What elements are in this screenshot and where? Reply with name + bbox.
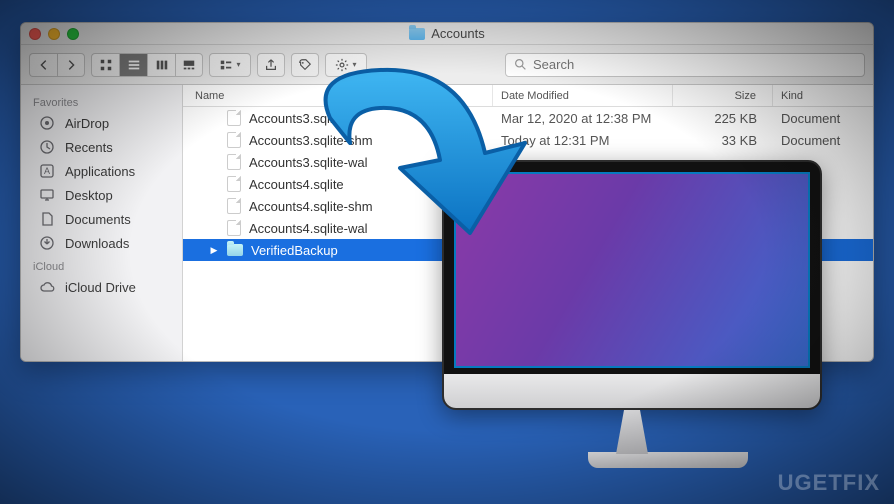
- group-by-group: ▾: [209, 53, 251, 77]
- sidebar-item-airdrop[interactable]: AirDrop: [21, 111, 182, 135]
- chevron-left-icon: [37, 58, 51, 72]
- chevron-down-icon: ▾: [352, 60, 356, 69]
- group-icon: [219, 58, 233, 72]
- file-name: Accounts4.sqlite-wal: [249, 221, 368, 236]
- sidebar-section-icloud: iCloud: [21, 255, 182, 275]
- applications-icon: A: [39, 163, 55, 179]
- column-date-modified[interactable]: Date Modified: [493, 85, 673, 106]
- nav-group: [29, 53, 85, 77]
- sidebar-item-label: Recents: [65, 140, 113, 155]
- titlebar[interactable]: Accounts: [21, 23, 873, 45]
- folder-icon: [409, 28, 425, 40]
- close-button[interactable]: [29, 28, 41, 40]
- tag-icon: [298, 58, 312, 72]
- cell-kind: Document: [773, 107, 873, 129]
- downloads-icon: [39, 235, 55, 251]
- list-icon: [127, 58, 141, 72]
- share-button[interactable]: [257, 53, 285, 77]
- action-button[interactable]: ▾: [325, 53, 367, 77]
- column-kind[interactable]: Kind: [773, 85, 873, 106]
- column-name[interactable]: Name: [183, 85, 493, 106]
- cloud-icon: [39, 279, 55, 295]
- sidebar-item-label: Downloads: [65, 236, 129, 251]
- file-icon: [227, 198, 241, 214]
- search-input[interactable]: [533, 57, 856, 72]
- desktop-icon: [39, 187, 55, 203]
- folder-icon: [227, 244, 243, 256]
- file-name: Accounts3.sqlite-shm: [249, 133, 373, 148]
- cell-date: Today at 12:31 PM: [493, 129, 673, 151]
- sidebar-item-icloud-drive[interactable]: iCloud Drive: [21, 275, 182, 299]
- search-icon: [514, 58, 527, 71]
- sidebar-item-applications[interactable]: A Applications: [21, 159, 182, 183]
- back-button[interactable]: [29, 53, 57, 77]
- chevron-right-icon: [64, 58, 78, 72]
- file-name: VerifiedBackup: [251, 243, 338, 258]
- sidebar-item-recents[interactable]: Recents: [21, 135, 182, 159]
- window-title: Accounts: [409, 26, 484, 41]
- sidebar-item-label: Documents: [65, 212, 131, 227]
- imac-illustration: [442, 160, 822, 490]
- view-group: [91, 53, 203, 77]
- imac-chin: [444, 374, 820, 408]
- gear-icon: [335, 58, 349, 72]
- column-size[interactable]: Size: [673, 85, 773, 106]
- column-headers: Name Date Modified Size Kind: [183, 85, 873, 107]
- sidebar-item-label: iCloud Drive: [65, 280, 136, 295]
- zoom-button[interactable]: [67, 28, 79, 40]
- columns-icon: [155, 58, 169, 72]
- watermark: UGETFIX: [778, 470, 880, 496]
- cell-kind: Document: [773, 129, 873, 151]
- documents-icon: [39, 211, 55, 227]
- cell-date: Mar 12, 2020 at 12:38 PM: [493, 107, 673, 129]
- traffic-lights: [29, 28, 79, 40]
- sidebar-item-documents[interactable]: Documents: [21, 207, 182, 231]
- grid-icon: [99, 58, 113, 72]
- icon-view-button[interactable]: [91, 53, 119, 77]
- file-icon: [227, 220, 241, 236]
- imac-screen: [442, 160, 822, 410]
- gallery-icon: [182, 58, 196, 72]
- airdrop-icon: [39, 115, 55, 131]
- cell-size: 225 KB: [673, 107, 773, 129]
- sidebar-item-label: Applications: [65, 164, 135, 179]
- file-icon: [227, 154, 241, 170]
- file-name: Accounts4.sqlite-shm: [249, 199, 373, 214]
- svg-text:A: A: [44, 166, 50, 176]
- gallery-view-button[interactable]: [175, 53, 203, 77]
- file-name: Accounts4.sqlite: [249, 177, 344, 192]
- forward-button[interactable]: [57, 53, 85, 77]
- sidebar-item-label: AirDrop: [65, 116, 109, 131]
- group-by-button[interactable]: ▾: [209, 53, 251, 77]
- cell-size: 33 KB: [673, 129, 773, 151]
- sidebar: Favorites AirDrop Recents A Applications…: [21, 85, 183, 361]
- tags-button[interactable]: [291, 53, 319, 77]
- imac-display: [454, 172, 810, 368]
- file-name: Accounts3.sqlite: [249, 111, 344, 126]
- column-view-button[interactable]: [147, 53, 175, 77]
- sidebar-item-downloads[interactable]: Downloads: [21, 231, 182, 255]
- toolbar: ▾ ▾: [21, 45, 873, 85]
- chevron-down-icon: ▾: [236, 60, 240, 69]
- disclosure-triangle-icon[interactable]: ▶: [209, 245, 219, 256]
- share-icon: [264, 58, 278, 72]
- file-icon: [227, 176, 241, 192]
- window-title-text: Accounts: [431, 26, 484, 41]
- list-view-button[interactable]: [119, 53, 147, 77]
- file-icon: [227, 132, 241, 148]
- file-row[interactable]: Accounts3.sqlite Mar 12, 2020 at 12:38 PM…: [183, 107, 873, 129]
- search-field[interactable]: [505, 53, 865, 77]
- minimize-button[interactable]: [48, 28, 60, 40]
- sidebar-item-label: Desktop: [65, 188, 113, 203]
- file-name: Accounts3.sqlite-wal: [249, 155, 368, 170]
- imac-stand: [588, 410, 676, 470]
- file-icon: [227, 110, 241, 126]
- sidebar-section-favorites: Favorites: [21, 91, 182, 111]
- sidebar-item-desktop[interactable]: Desktop: [21, 183, 182, 207]
- file-row[interactable]: Accounts3.sqlite-shm Today at 12:31 PM33 …: [183, 129, 873, 151]
- clock-icon: [39, 139, 55, 155]
